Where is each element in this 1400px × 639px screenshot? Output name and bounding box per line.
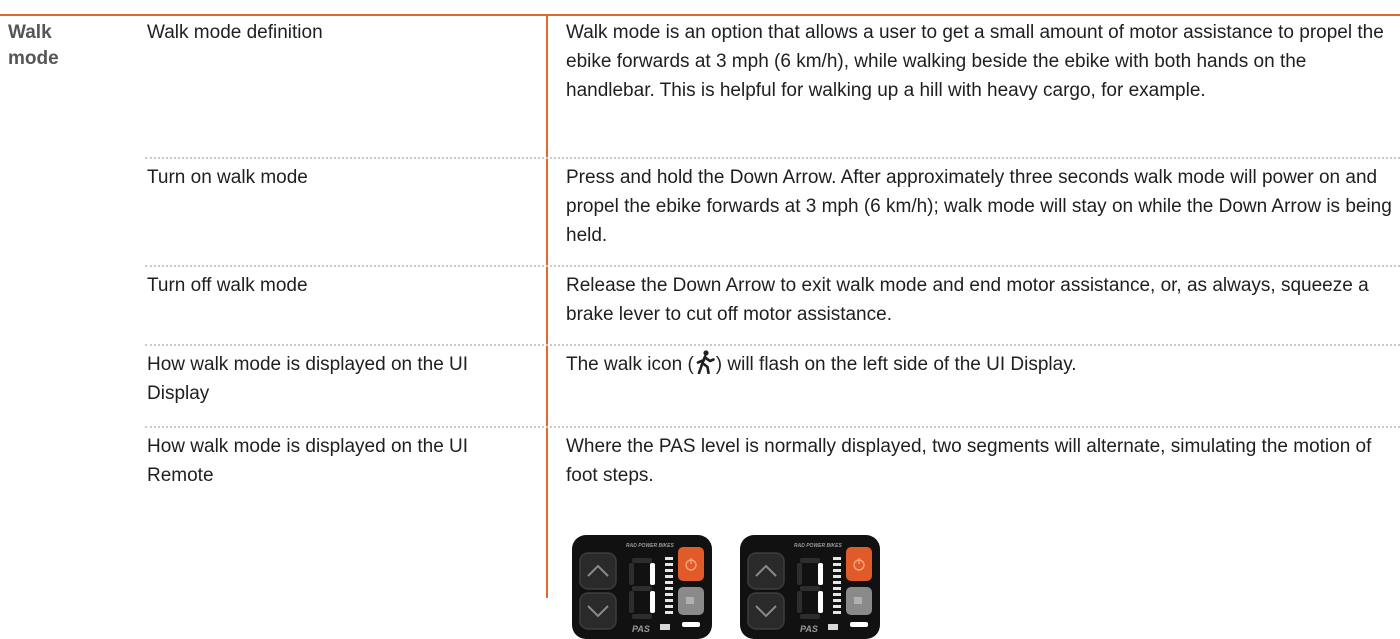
row-term: Turn on walk mode	[147, 167, 308, 188]
svg-text:RAD POWER BIKES: RAD POWER BIKES	[794, 543, 842, 549]
table-row: How walk mode is displayed on the UI Rem…	[145, 426, 1400, 639]
row-term: Walk mode definition	[147, 22, 323, 43]
row-description: Press and hold the Down Arrow. After app…	[566, 167, 1392, 246]
down-arrow-icon	[747, 592, 785, 630]
row-term: Turn off walk mode	[147, 275, 308, 296]
battery-icon	[828, 624, 838, 630]
ui-remote-image: RAD POWER BIKES PAS	[740, 535, 880, 639]
row-term: How walk mode is displayed on the UI Dis…	[147, 354, 469, 404]
up-arrow-icon	[747, 552, 785, 590]
row-description: Where the PAS level is normally displaye…	[566, 436, 1372, 486]
walk-icon	[694, 350, 716, 383]
svg-text:RAD POWER BIKES: RAD POWER BIKES	[626, 543, 674, 549]
row-term: How walk mode is displayed on the UI Rem…	[147, 436, 469, 486]
up-arrow-icon	[579, 552, 617, 590]
ui-remote-image: RAD POWER BIKES PAS	[572, 535, 712, 639]
row-description: Walk mode is an option that allows a use…	[566, 22, 1384, 101]
table-row: How walk mode is displayed on the UI Dis…	[145, 344, 1400, 426]
table-row: Walk mode definition Walk mode is an opt…	[145, 14, 1400, 154]
description-text: ) will flash on the left side of the UI …	[715, 354, 1077, 375]
power-icon	[678, 547, 704, 581]
table-row: Turn on walk mode Press and hold the Dow…	[145, 157, 1400, 265]
power-icon	[846, 547, 872, 581]
row-description: The walk icon ( ) will flash on the left…	[566, 350, 1396, 383]
description-text: The walk icon (	[566, 354, 694, 375]
section-title: Walk mode	[8, 22, 59, 69]
table-row: Turn off walk mode Release the Down Arro…	[145, 265, 1400, 344]
battery-icon	[660, 624, 670, 630]
svg-text:PAS: PAS	[800, 624, 818, 634]
svg-text:PAS: PAS	[632, 624, 650, 634]
walk-mode-table: Walk mode Walk mode definition Walk mode…	[0, 0, 1400, 639]
light-icon	[678, 587, 704, 615]
down-arrow-icon	[579, 592, 617, 630]
row-description: Release the Down Arrow to exit walk mode…	[566, 275, 1369, 325]
light-icon	[846, 587, 872, 615]
